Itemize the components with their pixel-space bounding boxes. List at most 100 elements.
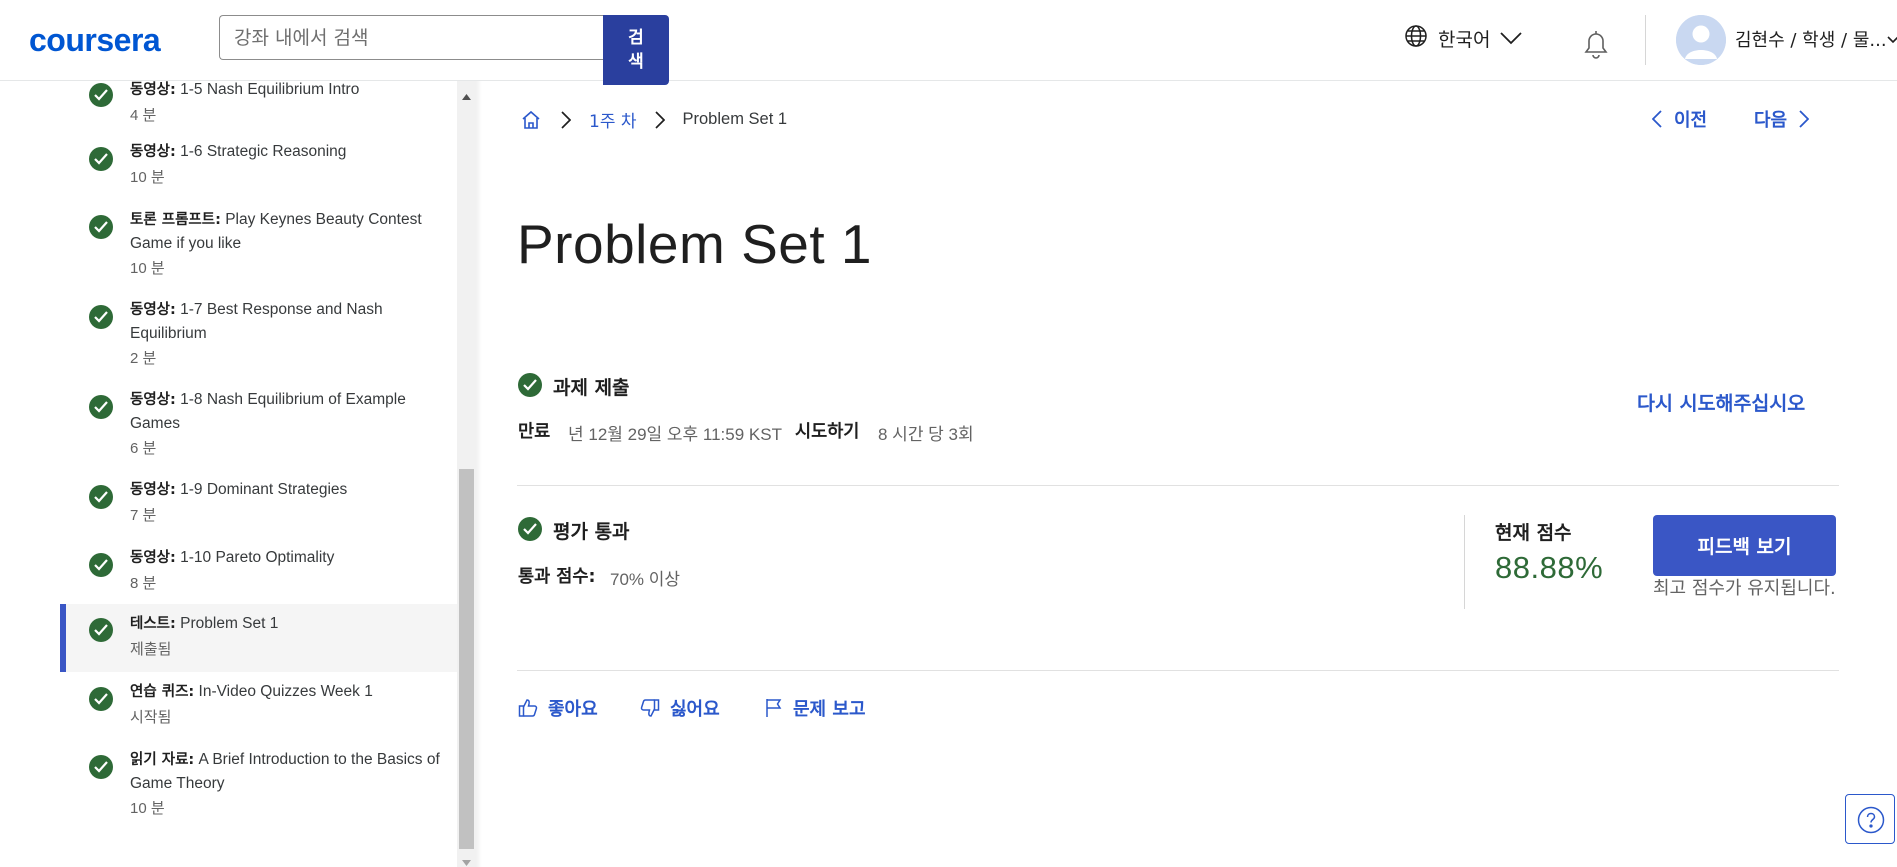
sidebar-item-meta: 제출됨 [130,641,172,658]
sidebar-item-discussion[interactable]: 토론 프롬프트: Play Keynes Beauty Contest Game… [60,205,457,291]
sidebar-item-problem-set-1[interactable]: 테스트: Problem Set 1 제출됨 [60,604,457,672]
coursera-logo[interactable]: coursera [29,22,161,59]
sidebar-item-1-9[interactable]: 동영상: 1-9 Dominant Strategies 7 분 [60,475,457,539]
passing-score-value: 70% 이상 [610,570,681,589]
help-button[interactable] [1845,794,1895,844]
check-circle-icon [89,215,113,239]
avatar[interactable] [1676,15,1726,65]
sidebar-item-type: 연습 퀴즈: [130,684,195,700]
attempts-label: 시도하기 [795,422,860,442]
dislike-button[interactable]: 싫어요 [640,695,720,721]
sidebar-item-meta: 4 분 [130,107,157,124]
section-divider [517,670,1839,671]
flag-icon [765,698,783,718]
check-circle-icon [518,517,542,541]
check-circle-icon [89,305,113,329]
chevron-right-icon [561,110,571,129]
thumbs-up-icon [518,698,538,718]
sidebar-item-type: 동영상: [130,82,176,98]
sidebar-item-1-8[interactable]: 동영상: 1-8 Nash Equilibrium of Example Gam… [60,385,457,471]
chevron-left-icon [1652,110,1662,128]
current-score-value: 88.88% [1495,550,1604,585]
check-circle-icon [89,485,113,509]
dislike-label: 싫어요 [670,699,720,720]
sidebar-item-meta: 6 분 [130,440,157,457]
sidebar-item-reading[interactable]: 읽기 자료: A Brief Introduction to the Basic… [60,745,457,831]
sidebar-item-meta: 시작됨 [130,709,172,726]
sidebar-item-type: 토론 프롬프트: [130,212,221,228]
globe-icon [1404,24,1428,53]
previous-label: 이전 [1674,110,1708,131]
sidebar-item-type: 동영상: [130,144,176,160]
sidebar-item-meta: 10 분 [130,260,165,277]
sidebar-item-1-6[interactable]: 동영상: 1-6 Strategic Reasoning 10 분 [60,137,457,201]
home-icon[interactable] [521,110,541,130]
thumbs-down-icon [640,698,660,718]
report-problem-label: 문제 보고 [793,699,866,720]
sidebar-item-meta: 7 분 [130,507,157,524]
sidebar-item-type: 동영상: [130,550,176,566]
previous-item-link[interactable]: 이전 [1652,106,1707,132]
retry-link[interactable]: 다시 시도해주십시오 [1637,387,1805,416]
course-outline-sidebar: 동영상: 1-5 Nash Equilibrium Intro 4 분 동영상:… [60,81,457,867]
sidebar-item-1-7[interactable]: 동영상: 1-7 Best Response and Nash Equilibr… [60,295,457,381]
sidebar-item-1-10[interactable]: 동영상: 1-10 Pareto Optimality 8 분 [60,543,457,607]
highest-score-note: 최고 점수가 유지됩니다. [1653,578,1836,599]
scroll-down-arrow-icon[interactable] [461,852,472,867]
check-circle-icon [518,373,542,397]
grade-divider [1464,515,1465,609]
like-label: 좋아요 [548,699,598,720]
check-circle-icon [89,553,113,577]
user-menu-label[interactable]: 김현수 / 학생 / 물... [1735,26,1890,52]
sidebar-item-meta: 10 분 [130,169,165,186]
breadcrumb-current: Problem Set 1 [682,110,788,128]
sidebar-item-type: 읽기 자료: [130,752,195,768]
top-header: coursera 검 색 한국어 김현수 / 학생 / 물... [0,0,1897,85]
sidebar-item-type: 동영상: [130,482,176,498]
search-button-label: 검 색 [628,28,644,72]
breadcrumb-week-link[interactable]: 1주 차 [589,107,637,132]
check-circle-icon [89,755,113,779]
header-divider [1645,15,1646,65]
search-button[interactable]: 검 색 [603,15,669,85]
next-label: 다음 [1754,110,1788,131]
next-item-link[interactable]: 다음 [1754,106,1810,132]
bell-icon[interactable] [1582,28,1610,64]
check-circle-icon [89,618,113,642]
sidebar-item-meta: 2 분 [130,350,157,367]
sidebar-item-type: 테스트: [130,616,176,632]
section-divider [517,485,1839,486]
passing-score-label: 통과 점수: [518,567,596,587]
scroll-up-arrow-icon[interactable] [461,86,472,105]
sidebar-item-title: 1-6 Strategic Reasoning [175,143,347,160]
sidebar-item-meta: 8 분 [130,575,157,592]
due-label: 만료 [518,422,551,442]
attempts-value: 8 시간 당 3회 [878,425,974,444]
due-date-value: 년 12월 29일 오후 11:59 KST [568,425,782,444]
sidebar-item-title: 1-10 Pareto Optimality [175,549,335,566]
sidebar-item-type: 동영상: [130,392,176,408]
chevron-down-icon [1500,28,1523,50]
chevron-right-icon [1799,110,1810,128]
check-circle-icon [89,687,113,711]
view-feedback-button[interactable]: 피드백 보기 [1653,515,1836,576]
search-input[interactable] [219,15,604,60]
chevron-right-icon [654,110,665,129]
sidebar-item-quiz[interactable]: 연습 퀴즈: In-Video Quizzes Week 1 시작됨 [60,677,457,741]
breadcrumb: 1주 차 Problem Set 1 [521,107,787,132]
grade-heading: 평가 통과 [553,521,630,543]
language-selector[interactable]: 한국어 [1404,24,1523,53]
check-circle-icon [89,83,113,107]
like-button[interactable]: 좋아요 [518,695,598,721]
page-title: Problem Set 1 [517,213,873,275]
report-problem-button[interactable]: 문제 보고 [765,695,866,721]
sidebar-shadow [476,81,482,867]
sidebar-item-title: 1-5 Nash Equilibrium Intro [175,81,360,98]
sidebar-item-type: 동영상: [130,302,176,318]
check-circle-icon [89,395,113,419]
submission-heading: 과제 제출 [553,377,630,399]
sidebar-scrollbar-thumb[interactable] [459,469,474,849]
user-chevron-down-icon[interactable] [1887,30,1897,49]
sidebar-item-meta: 10 분 [130,800,165,817]
sidebar-item-1-5[interactable]: 동영상: 1-5 Nash Equilibrium Intro 4 분 [60,81,457,133]
